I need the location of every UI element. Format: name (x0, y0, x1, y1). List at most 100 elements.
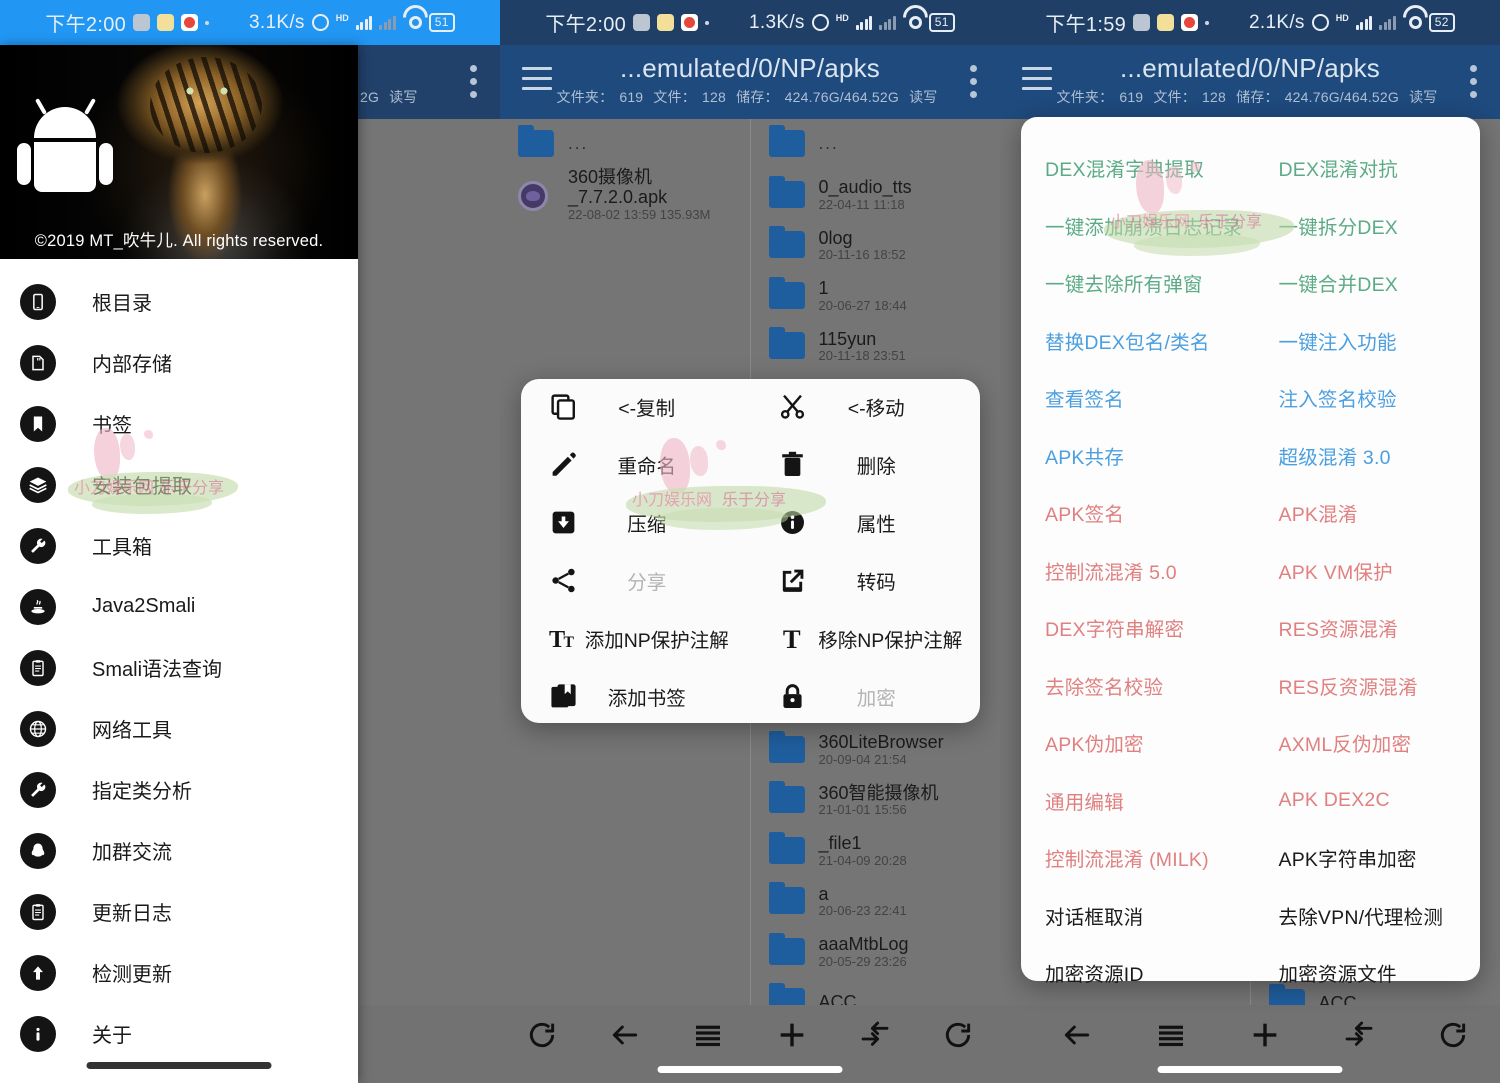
file-row[interactable]: ... (751, 119, 1001, 170)
tool-item[interactable]: 控制流混淆 (MILK) (1021, 829, 1251, 887)
tool-item[interactable]: APK签名 (1021, 484, 1251, 542)
tool-item[interactable]: AXML反伪加密 (1251, 714, 1481, 772)
tool-item[interactable]: 去除VPN/代理检测 (1251, 887, 1481, 945)
tool-item[interactable]: 对话框取消 (1021, 887, 1251, 945)
bottom-button-swap[interactable] (833, 1013, 916, 1061)
sidebar-item-join-group[interactable]: 加群交流 (0, 820, 358, 881)
sidebar-item-changelog[interactable]: 更新日志 (0, 881, 358, 942)
tool-item[interactable]: 查看签名 (1021, 369, 1251, 427)
tool-label: 一键注入功能 (1279, 326, 1397, 355)
sidebar-item-java2smali[interactable]: Java2Smali (0, 576, 358, 637)
file-name: _file1 (819, 833, 907, 853)
file-row[interactable]: 1 20-06-27 18:44 (751, 271, 1001, 322)
sidebar-item-internal-storage[interactable]: 内部存储 (0, 332, 358, 393)
tiktok-icon (133, 14, 150, 31)
tool-item[interactable]: APK伪加密 (1021, 714, 1251, 772)
file-row[interactable]: 360智能摄像机 21-01-01 15:56 (751, 775, 1001, 826)
tool-item[interactable]: APK混淆 (1251, 484, 1481, 542)
action-encrypt[interactable]: 加密 (751, 667, 981, 725)
bottom-button-list[interactable] (1124, 1013, 1218, 1061)
sidebar-item-class-analysis[interactable]: 指定类分析 (0, 759, 358, 820)
sidebar-item-label: Smali语法查询 (92, 653, 222, 682)
action-copy[interactable]: <-复制 (521, 377, 751, 435)
tool-item[interactable]: 控制流混淆 5.0 (1021, 542, 1251, 600)
sidebar-item-smali-syntax[interactable]: Smali语法查询 (0, 637, 358, 698)
folder-icon (769, 736, 805, 763)
tool-item[interactable]: 一键注入功能 (1251, 312, 1481, 370)
action-add-np-annotation[interactable]: TT 添加NP保护注解 (521, 609, 751, 667)
more-dot-icon (205, 21, 209, 25)
file-action-sheet[interactable]: <-复制 <-移动 重命名 删除 (521, 379, 980, 723)
navigation-drawer[interactable]: ©2019 MT_吹牛儿. All rights reserved. 根目录 内… (0, 45, 358, 1083)
file-row[interactable]: 115yun 20-11-18 23:51 (751, 321, 1001, 372)
bottom-button-back[interactable] (1030, 1013, 1124, 1061)
action-add-bookmark[interactable]: 添加书签 (521, 667, 751, 725)
sidebar-item-label: 关于 (92, 1019, 132, 1048)
bottom-button-refresh-left[interactable] (500, 1013, 583, 1061)
tool-item[interactable]: DEX混淆字典提取 (1021, 139, 1251, 197)
gesture-bar (1158, 1066, 1343, 1073)
tool-item[interactable]: 超级混淆 3.0 (1251, 427, 1481, 485)
file-row[interactable]: 360LiteBrowser 20-09-04 21:54 (751, 725, 1001, 776)
sidebar-item-check-update[interactable]: 检测更新 (0, 942, 358, 1003)
tool-item[interactable]: 一键添加崩溃日志记录 (1021, 197, 1251, 255)
bottom-button-refresh-right[interactable] (917, 1013, 1000, 1061)
tool-item[interactable]: DEX混淆对抗 (1251, 139, 1481, 197)
tool-item[interactable]: 注入签名校验 (1251, 369, 1481, 427)
action-rename[interactable]: 重命名 (521, 435, 751, 493)
bookmark-icon (20, 406, 56, 442)
drawer-header: ©2019 MT_吹牛儿. All rights reserved. (0, 45, 358, 259)
tool-item[interactable]: 一键拆分DEX (1251, 197, 1481, 255)
action-compress[interactable]: 压缩 (521, 493, 751, 551)
action-delete[interactable]: 删除 (751, 435, 981, 493)
overflow-menu-icon-2[interactable] (970, 65, 978, 104)
bottom-button-list[interactable] (667, 1013, 750, 1061)
sidebar-item-about[interactable]: 关于 (0, 1003, 358, 1064)
sidebar-item-apk-extract[interactable]: 安装包提取 (0, 454, 358, 515)
file-row[interactable]: _file1 21-04-09 20:28 (751, 826, 1001, 877)
tool-item[interactable]: 通用编辑 (1021, 772, 1251, 830)
file-row[interactable]: aaaMtbLog 20-05-29 23:26 (751, 927, 1001, 978)
tool-item[interactable]: RES资源混淆 (1251, 599, 1481, 657)
action-transcode[interactable]: 转码 (751, 551, 981, 609)
tool-item[interactable]: 替换DEX包名/类名 (1021, 312, 1251, 370)
action-move[interactable]: <-移动 (751, 377, 981, 435)
file-meta: 20-09-04 21:54 (819, 753, 944, 768)
apk-icon (518, 181, 548, 211)
action-share[interactable]: 分享 (521, 551, 751, 609)
archive-down-icon (545, 504, 581, 540)
tool-item[interactable]: RES反资源混淆 (1251, 657, 1481, 715)
bottom-button-back[interactable] (583, 1013, 666, 1061)
overflow-menu-icon-3[interactable] (1470, 65, 1478, 104)
sidebar-item-bookmarks[interactable]: 书签 (0, 393, 358, 454)
tool-item[interactable]: 一键去除所有弹窗 (1021, 254, 1251, 312)
tool-item[interactable]: DEX字符串解密 (1021, 599, 1251, 657)
file-row[interactable]: a 20-06-23 22:41 (751, 876, 1001, 927)
sidebar-item-root-dir[interactable]: 根目录 (0, 271, 358, 332)
tool-item[interactable]: 去除签名校验 (1021, 657, 1251, 715)
file-row[interactable]: ... (500, 119, 750, 170)
tool-item[interactable]: APK DEX2C (1251, 772, 1481, 830)
tool-item[interactable]: APK共存 (1021, 427, 1251, 485)
tool-label: 控制流混淆 5.0 (1045, 556, 1177, 585)
bottom-button-add[interactable] (1218, 1013, 1312, 1061)
file-row[interactable]: 0log 20-11-16 18:52 (751, 220, 1001, 271)
bottom-button-add[interactable] (750, 1013, 833, 1061)
tool-item[interactable]: 一键合并DEX (1251, 254, 1481, 312)
tool-item[interactable]: APK VM保护 (1251, 542, 1481, 600)
bottom-button-refresh[interactable] (1406, 1013, 1500, 1061)
file-row[interactable]: 360摄像机_7.7.2.0.apk 22-08-02 13:59 135.93… (500, 170, 750, 221)
mode-fragment: 读写 (389, 89, 417, 105)
action-remove-np-annotation[interactable]: T 移除NP保护注解 (751, 609, 981, 667)
bottom-button-swap[interactable] (1312, 1013, 1406, 1061)
sidebar-item-network-tools[interactable]: 网络工具 (0, 698, 358, 759)
tool-item[interactable]: APK字符串加密 (1251, 829, 1481, 887)
tool-label: 通用编辑 (1045, 786, 1124, 815)
file-row[interactable]: 0_audio_tts 22-04-11 11:18 (751, 170, 1001, 221)
tool-item[interactable]: 加密资源ID (1021, 944, 1251, 1002)
action-properties[interactable]: 属性 (751, 493, 981, 551)
tools-popup[interactable]: DEX混淆字典提取 DEX混淆对抗 一键添加崩溃日志记录 一键拆分DEX 一键去… (1021, 117, 1480, 981)
action-label: <-移动 (811, 392, 981, 421)
tool-item[interactable]: 加密资源文件 (1251, 944, 1481, 1002)
sidebar-item-toolbox[interactable]: 工具箱 (0, 515, 358, 576)
